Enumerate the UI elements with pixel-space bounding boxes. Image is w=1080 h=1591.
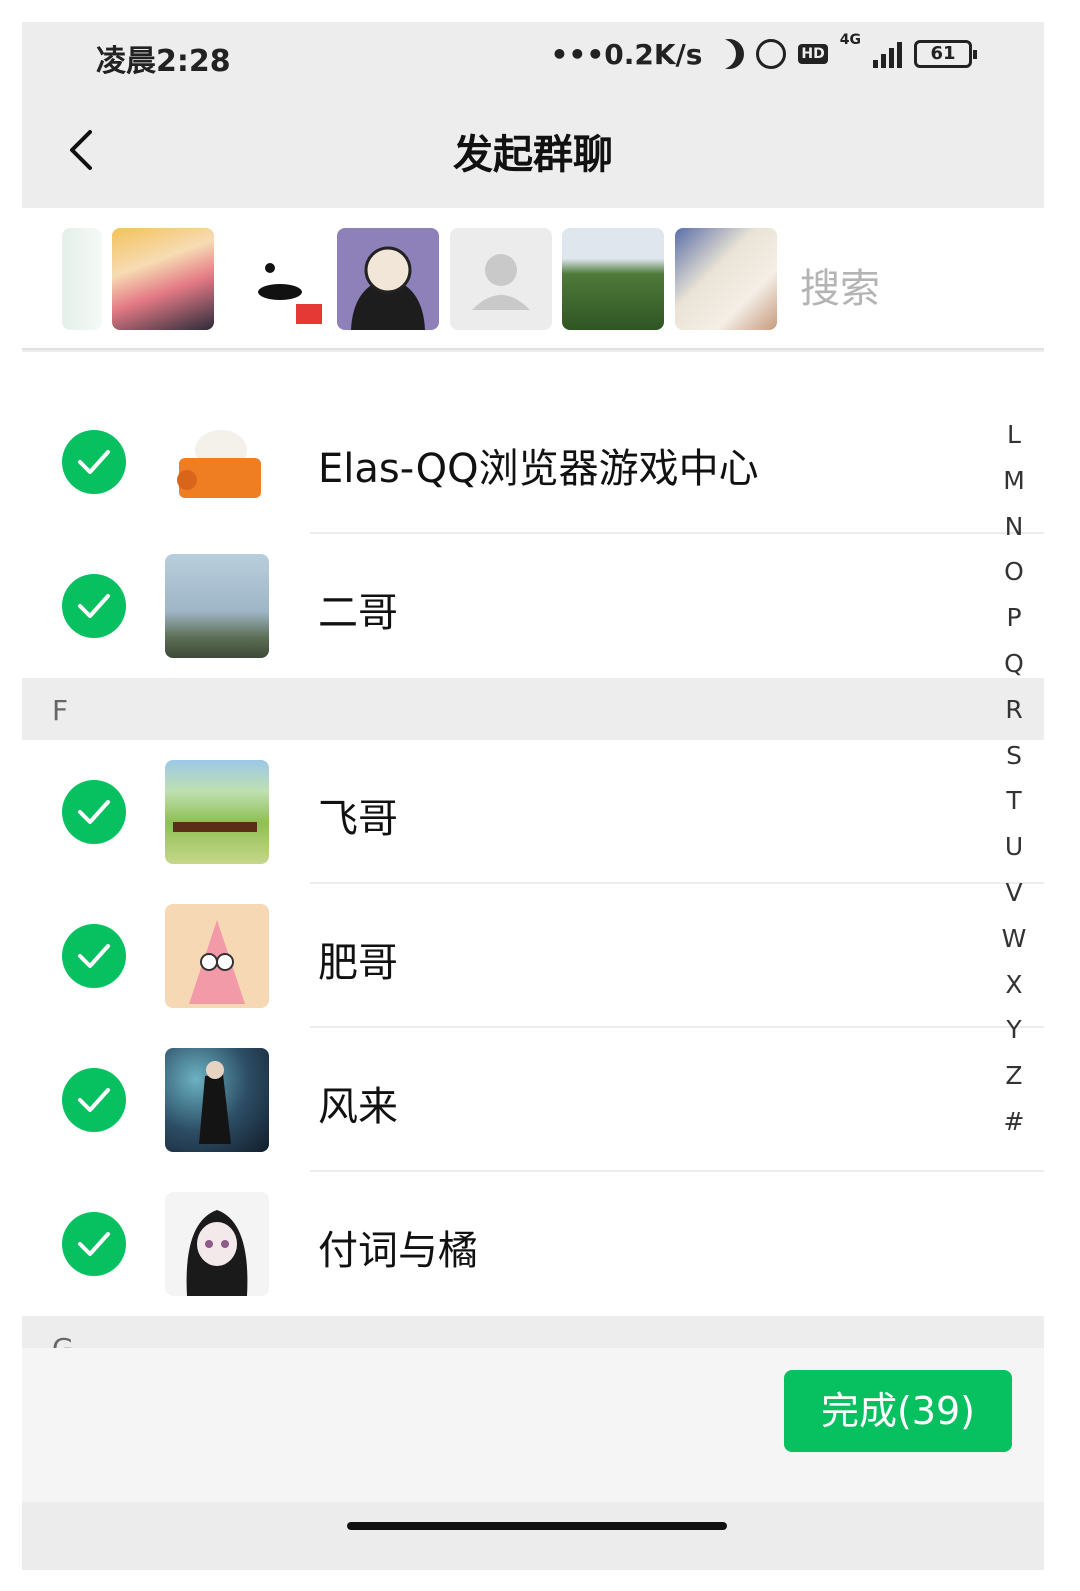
check-icon[interactable] [62, 924, 126, 988]
partial-avatar[interactable] [62, 228, 102, 330]
index-letter[interactable]: O [994, 549, 1034, 595]
check-icon[interactable] [62, 1212, 126, 1276]
network-type: 4G [839, 32, 861, 48]
signal-icon [873, 40, 902, 68]
navigation-bar [22, 1502, 1044, 1570]
list-item[interactable]: 肥哥 [22, 884, 1044, 1028]
hd-icon: HD [798, 44, 828, 64]
hill-photo-avatar[interactable] [562, 228, 664, 330]
index-letter[interactable]: L [994, 412, 1034, 458]
index-letter[interactable]: # [994, 1099, 1034, 1145]
status-bar: 凌晨2:28 •••0.2K/s HD 4G 61 [22, 22, 1044, 92]
bottom-bar: 完成(39) [22, 1348, 1044, 1502]
status-right: •••0.2K/s HD 4G 61 [550, 32, 977, 76]
page-title: 发起群聊 [453, 132, 613, 178]
contact-name: 付词与橘 [318, 1228, 478, 1274]
done-button[interactable]: 完成(39) [784, 1370, 1012, 1452]
contact-name: 飞哥 [318, 796, 398, 842]
index-letter[interactable]: W [994, 916, 1034, 962]
index-letter[interactable]: U [994, 824, 1034, 870]
section-header: F [22, 678, 1044, 740]
contact-list: Elas-QQ浏览器游戏中心 二哥 F 飞哥 肥哥 风来 付词与橘 G [22, 352, 1044, 1352]
horses-avatar [165, 760, 269, 864]
selected-strip: 搜索 [22, 208, 1044, 350]
list-item[interactable]: Elas-QQ浏览器游戏中心 [22, 390, 1044, 534]
white-cat-avatar[interactable] [675, 228, 777, 330]
hoodie-boy-avatar[interactable] [337, 228, 439, 330]
index-letter[interactable]: T [994, 778, 1034, 824]
index-letter[interactable]: V [994, 870, 1034, 916]
contact-name: 二哥 [318, 590, 398, 636]
ink-cat-avatar[interactable] [224, 228, 326, 330]
index-letter[interactable]: Q [994, 641, 1034, 687]
anime-girl-avatar[interactable] [112, 228, 214, 330]
contact-name: 风来 [318, 1084, 398, 1130]
index-letter[interactable]: S [994, 733, 1034, 779]
index-letter[interactable]: Y [994, 1007, 1034, 1053]
seaside-avatar [165, 554, 269, 658]
check-icon[interactable] [62, 780, 126, 844]
check-icon[interactable] [62, 574, 126, 638]
list-item[interactable]: 二哥 [22, 534, 1044, 678]
moon-icon [714, 39, 744, 69]
list-item[interactable]: 飞哥 [22, 740, 1044, 884]
catgirl-avatar [165, 1192, 269, 1296]
list-item[interactable]: 风来 [22, 1028, 1044, 1172]
status-time: 凌晨2:28 [96, 44, 231, 79]
contact-name: 肥哥 [318, 940, 398, 986]
index-letter[interactable]: R [994, 687, 1034, 733]
alphabet-index[interactable]: L M N O P Q R S T U V W X Y Z # [994, 412, 1034, 1145]
index-letter[interactable]: X [994, 962, 1034, 1008]
search-input[interactable]: 搜索 [800, 256, 880, 314]
battery-icon: 61 [914, 40, 977, 68]
index-letter[interactable]: M [994, 458, 1034, 504]
home-indicator[interactable] [347, 1522, 727, 1530]
contact-name: Elas-QQ浏览器游戏中心 [318, 446, 759, 492]
screen: 凌晨2:28 •••0.2K/s HD 4G 61 发起群聊 搜索 Elas-Q… [22, 22, 1044, 1570]
check-icon[interactable] [62, 430, 126, 494]
index-letter[interactable]: N [994, 504, 1034, 550]
net-speed: •••0.2K/s [550, 37, 703, 71]
check-icon[interactable] [62, 1068, 126, 1132]
index-letter[interactable]: P [994, 595, 1034, 641]
patrick-avatar [165, 904, 269, 1008]
section-letter: F [52, 694, 69, 727]
bunny-cup-avatar [165, 410, 269, 514]
title-bar: 发起群聊 [22, 92, 1044, 208]
index-letter[interactable]: Z [994, 1053, 1034, 1099]
section-header: G [22, 1316, 1044, 1352]
swordsman-avatar [165, 1048, 269, 1152]
default-avatar[interactable] [450, 228, 552, 330]
alarm-icon [756, 39, 787, 69]
list-item[interactable]: 付词与橘 [22, 1172, 1044, 1316]
